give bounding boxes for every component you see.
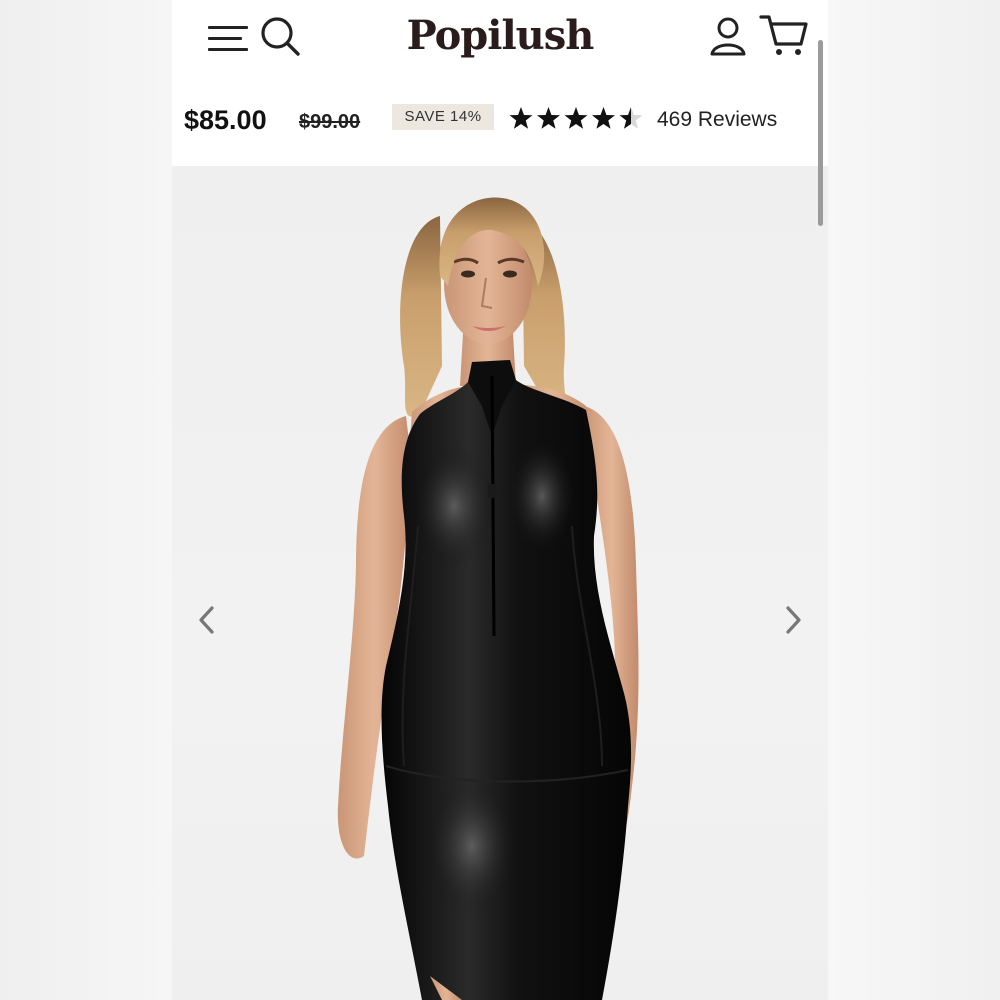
left-backdrop (0, 0, 172, 1000)
page-scrollbar[interactable] (818, 40, 823, 226)
hamburger-menu-icon[interactable] (208, 20, 252, 52)
current-price: $85.00 (184, 105, 267, 135)
site-header: Popilush (172, 0, 828, 87)
price-bar: $85.00 $99.00 SAVE 14% 469 Reviews (172, 86, 828, 166)
product-photo (337, 197, 639, 1000)
chevron-right-icon[interactable] (778, 602, 808, 638)
product-gallery (172, 166, 828, 1000)
shopping-cart-icon[interactable] (758, 12, 810, 58)
mobile-screen: Popilush $85.00 $99.00 SAVE 14% 469 Revi… (172, 0, 828, 1000)
right-backdrop (828, 0, 1000, 1000)
discount-badge: SAVE 14% (392, 104, 494, 130)
star-icon (509, 107, 533, 129)
star-icon (537, 107, 560, 129)
star-icon (592, 107, 615, 129)
original-price: $99.00 (299, 111, 361, 133)
user-account-icon[interactable] (706, 14, 750, 58)
chevron-left-icon[interactable] (192, 602, 222, 638)
brand-logo[interactable]: Popilush (372, 8, 628, 64)
search-icon[interactable] (258, 14, 302, 58)
star-rating[interactable] (508, 106, 643, 132)
star-icon (564, 107, 588, 129)
reviews-link[interactable]: 469 Reviews (657, 107, 777, 133)
